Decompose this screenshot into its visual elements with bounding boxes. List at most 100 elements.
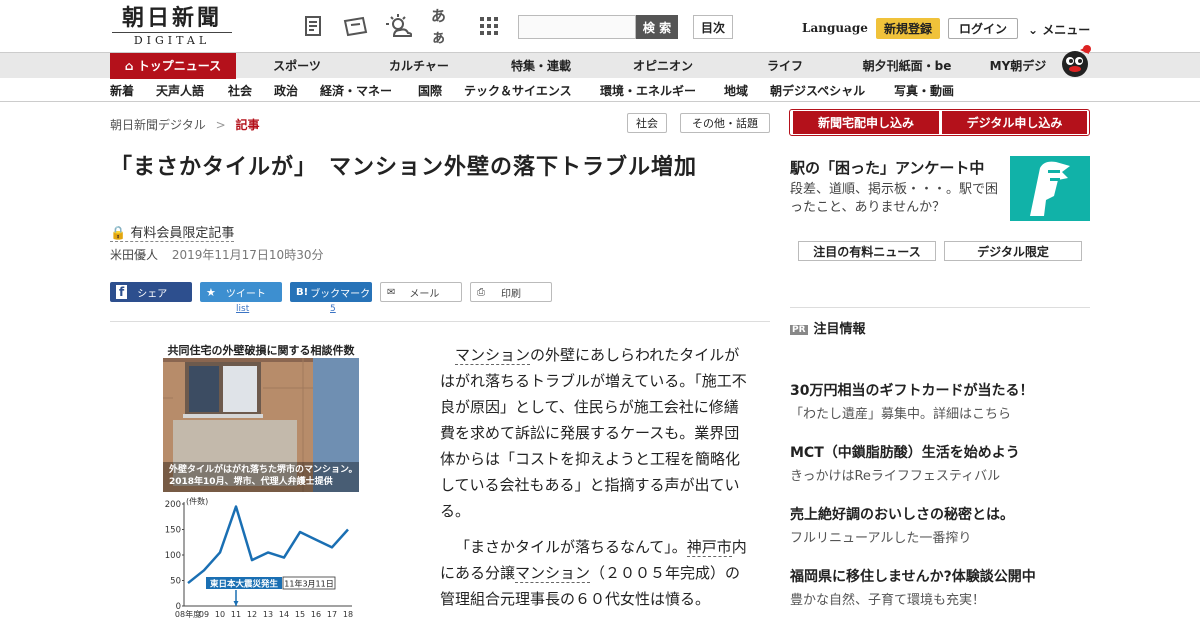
menu-button[interactable]: ⌄ メニュー [1028,21,1090,38]
grid-icon[interactable] [476,14,502,38]
print-label: 印刷 [501,288,521,300]
y-tick-label: 50 [170,577,181,587]
nav2-latest[interactable]: 新着 [110,82,134,99]
annotation-date: 11年3月11日 [284,579,333,589]
facebook-share-button[interactable]: f シェア [110,282,192,302]
hatena-bookmark-button[interactable]: B! ブックマーク [290,282,372,302]
building-photo: 外壁タイルがはがれ落ちた堺市のマンション。 2018年10月、堺市、代理人弁護士… [163,358,359,492]
breadcrumb-separator: > [215,118,226,132]
x-tick-label: 12 [247,610,257,619]
earthquake-marker-arrow [233,601,239,606]
article-body: マンションの外壁にあしらわれたタイルがはがれ落ちるトラブルが増えている。「施工不… [440,342,750,622]
ticket-icon[interactable] [343,14,369,38]
font-size-icon[interactable]: あぁ [431,7,457,46]
promo-text[interactable]: 段差、道順、掲示板・・・。駅で困ったこと、ありませんか？ [790,181,1005,217]
keyword-link-mansion[interactable]: マンション [455,346,531,365]
paragraph-1: マンションの外壁にあしらわれたタイルがはがれ落ちるトラブルが増えている。「施工不… [440,342,750,524]
nav2-photo-video[interactable]: 写真・動画 [894,82,954,99]
pr-section-header: PR 注目情報 [790,318,866,337]
pr-title: 注目情報 [813,322,866,337]
logo-text-jp: 朝日新聞 [121,5,222,31]
ad-subtitle[interactable]: きっかけはReライフフェスティバル [790,465,1000,484]
paid-article-label[interactable]: 🔒 有料会員限定記事 [110,222,235,242]
paid-label-text: 有料会員限定記事 [130,226,235,241]
featured-paid-news-button[interactable]: 注目の有料ニュース [798,241,936,261]
x-tick-label: 11 [231,610,241,619]
divider [110,321,770,322]
nav-opinion[interactable]: オピニオン [622,53,704,79]
x-tick-label: 13 [263,610,273,619]
ad-title[interactable]: 福岡県に移住しませんか?体験談公開中 [790,566,1036,586]
pr-badge: PR [790,324,808,335]
login-button[interactable]: ログイン [948,18,1018,39]
mascot-icon[interactable] [1060,44,1092,78]
y-tick-label: 150 [165,526,181,536]
twitter-icon: ★ [206,285,216,299]
ad-title[interactable]: 30万円相当のギフトカードが当たる！ [790,380,1033,400]
nav2-environment[interactable]: 環境・エネルギー [600,82,696,99]
ad-subtitle[interactable]: フルリニューアルした一番搾り [790,527,971,546]
facebook-icon: f [116,285,128,299]
register-button[interactable]: 新規登録 [876,18,940,39]
promo-title[interactable]: 駅の「困った」アンケート中 [790,157,984,178]
x-tick-label: 15 [295,610,305,619]
menu-label: メニュー [1042,23,1091,37]
nav2-tech[interactable]: テック＆サイエンス [464,82,572,99]
keyword-link-mansion-2[interactable]: マンション [515,564,591,583]
language-link[interactable]: Language [802,21,868,35]
nav-top-news[interactable]: ⌂ トップニュース [110,53,236,79]
y-axis-unit: (件数) [186,496,208,506]
digital-subscribe-button[interactable]: デジタル申し込み [942,111,1087,134]
nav-culture[interactable]: カルチャー [376,53,462,79]
print-button[interactable]: ⎙ 印刷 [470,282,552,302]
nav2-tensei[interactable]: 天声人語 [156,82,204,99]
nav-sports[interactable]: スポーツ [262,53,332,79]
figure-title: 共同住宅の外壁破損に関する相談件数 [167,344,355,357]
nav2-society[interactable]: 社会 [228,82,252,99]
ad-subtitle[interactable]: 「わたし遺産」募集中。詳細はこちら [790,403,1011,422]
paragraph-2: 「まさかタイルが落ちるなんて」。神戸市内にある分譲マンション（２００５年完成）の… [440,534,750,612]
newspaper-icon[interactable] [301,14,327,38]
nav-features[interactable]: 特集・連載 [500,53,582,79]
x-tick-label: 18 [343,610,353,619]
ad-title[interactable]: 売上絶好調のおいしさの秘密とは。 [790,504,1014,524]
nav-paper[interactable]: 朝夕刊紙面・be [856,53,958,79]
mail-label: メール [409,288,440,300]
hatena-count[interactable]: 5 [330,304,336,314]
keyword-link-kobe[interactable]: 神戸市 [686,538,732,557]
home-delivery-button[interactable]: 新聞宅配申し込み [793,111,939,134]
ad-subtitle[interactable]: 豊かな自然、子育て環境も充実！ [790,589,985,608]
nav2-economy[interactable]: 経済・マネー [320,82,392,99]
nav2-region[interactable]: 地域 [724,82,748,99]
nav2-special[interactable]: 朝デジスペシャル [770,82,865,99]
x-tick-label: 09 [199,610,209,619]
author: 米田優人 [110,248,159,262]
site-logo[interactable]: 朝日新聞 DIGITAL [112,5,232,47]
x-tick-label: 16 [311,610,321,619]
survey-promo-image[interactable] [1010,156,1090,221]
breadcrumb: 朝日新聞デジタル > 記事 [110,116,260,133]
article-title: 「まさかタイルが」 マンション外壁の落下トラブル増加 [110,155,698,180]
breadcrumb-root[interactable]: 朝日新聞デジタル [110,118,206,132]
index-button[interactable]: 目次 [693,15,733,39]
hatena-label: ブックマーク [310,288,371,300]
twitter-share-button[interactable]: ★ ツイート [200,282,282,302]
mail-share-button[interactable]: ✉ メール [380,282,462,302]
search-input[interactable] [518,15,636,39]
tag-society[interactable]: 社会 [627,113,667,133]
nav2-politics[interactable]: 政治 [274,82,298,99]
site-header: 朝日新聞 DIGITAL あぁ 検 索 目次 Language 新規登録 ログイ… [0,0,1200,52]
paragraph-2-text-a: 「まさかタイルが落ちるなんて」。 [455,538,687,556]
twitter-count[interactable]: list [236,304,249,314]
nav2-international[interactable]: 国際 [418,82,442,99]
digital-limited-button[interactable]: デジタル限定 [944,241,1082,261]
ad-title[interactable]: MCT（中鎖脂肪酸）生活を始めよう [790,442,1020,462]
tag-other[interactable]: その他・話題 [680,113,770,133]
nav-my-asahi[interactable]: MY朝デジ [980,53,1056,79]
search-button[interactable]: 検 索 [636,15,678,39]
home-icon: ⌂ [124,59,134,73]
chevron-down-icon: ⌄ [1028,23,1039,37]
article-figure[interactable]: 共同住宅の外壁破損に関する相談件数 外壁タイルがはがれ落ちた堺市のマンション。 … [160,342,362,630]
nav-life[interactable]: ライフ [757,53,813,79]
weather-icon[interactable] [386,14,412,38]
